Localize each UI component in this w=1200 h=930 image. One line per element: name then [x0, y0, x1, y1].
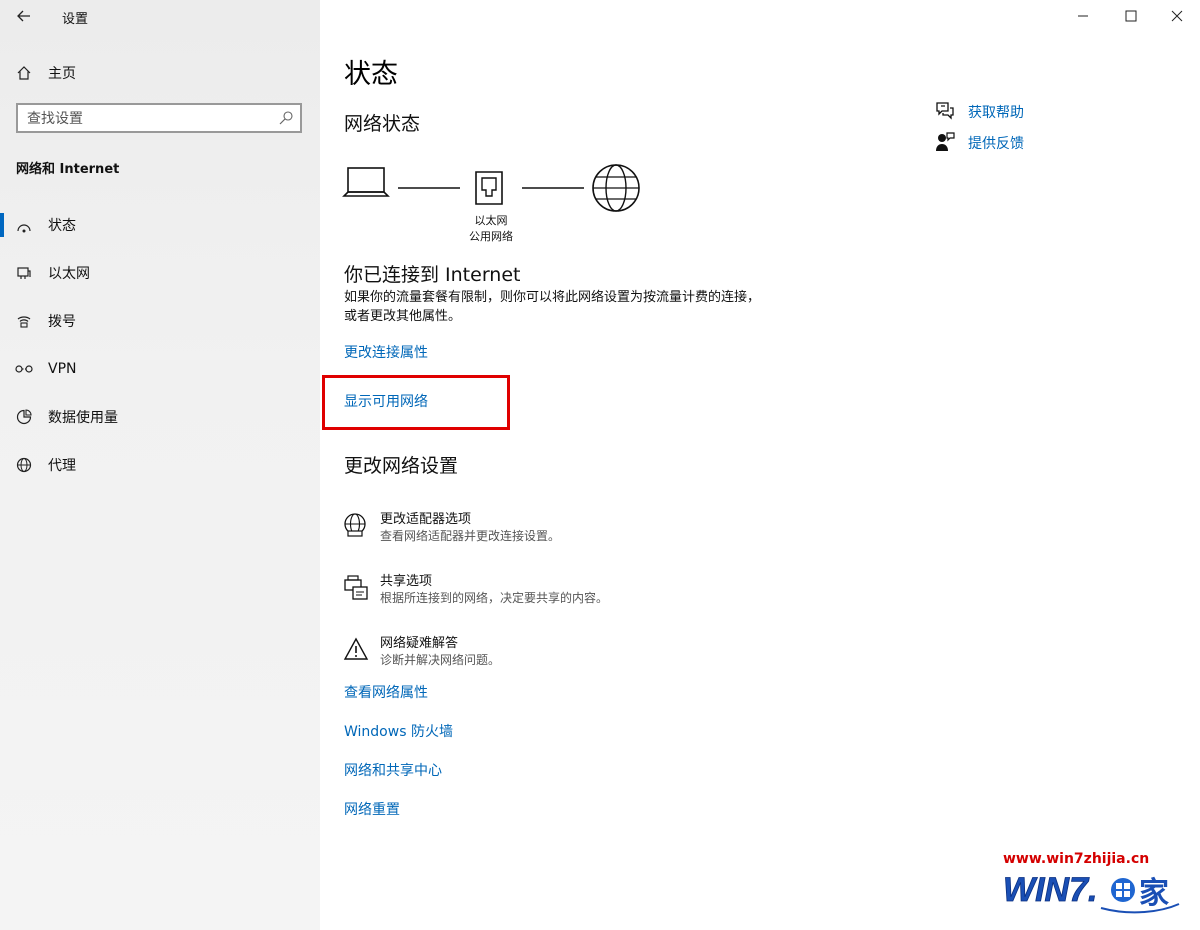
- option-troubleshoot[interactable]: 网络疑难解答 诊断并解决网络问题。: [342, 636, 762, 676]
- search-input[interactable]: [18, 105, 269, 133]
- connection-description: 如果你的流量套餐有限制，则你可以将此网络设置为按流量计费的连接，或者更改其他属性…: [344, 290, 761, 324]
- ethernet-port-icon: [475, 171, 503, 205]
- maximize-icon: [1125, 10, 1137, 22]
- app-title: 设置: [62, 12, 89, 27]
- close-button[interactable]: [1154, 0, 1200, 32]
- option-title: 网络疑难解答: [380, 636, 459, 651]
- globe-icon: [592, 164, 640, 212]
- option-title: 更改适配器选项: [380, 512, 472, 527]
- help-label: 获取帮助: [968, 105, 1024, 121]
- sidebar-item-label: 主页: [48, 66, 76, 82]
- option-subtitle: 查看网络适配器并更改连接设置。: [380, 529, 561, 543]
- feedback-label: 提供反馈: [968, 136, 1024, 152]
- diagram-label-ethernet: 以太网: [474, 214, 508, 227]
- active-indicator: [0, 213, 4, 237]
- sidebar: 设置 主页 网络和 Internet 状态 以太网 拨号: [0, 0, 320, 930]
- svg-text:WIN7.: WIN7.: [1003, 871, 1097, 909]
- change-settings-heading: 更改网络设置: [344, 455, 459, 477]
- sharing-printer-icon: [344, 575, 368, 600]
- warning-triangle-icon: [343, 637, 369, 660]
- sidebar-item-label: 代理: [48, 458, 76, 474]
- windows-logo-icon: [1111, 878, 1135, 902]
- proxy-globe-icon: [14, 455, 34, 475]
- sidebar-item-proxy[interactable]: 代理: [0, 445, 320, 485]
- option-subtitle: 根据所连接到的网络，决定要共享的内容。: [380, 591, 609, 605]
- sidebar-item-label: VPN: [48, 361, 77, 377]
- sidebar-item-ethernet[interactable]: 以太网: [0, 253, 320, 293]
- view-network-properties-link[interactable]: 查看网络属性: [344, 682, 428, 702]
- close-icon: [1171, 10, 1183, 22]
- sidebar-item-dialup[interactable]: 拨号: [0, 301, 320, 341]
- feedback-link[interactable]: 提供反馈: [934, 131, 1134, 155]
- network-reset-link[interactable]: 网络重置: [344, 799, 400, 819]
- network-diagram: [342, 164, 640, 212]
- connection-heading: 你已连接到 Internet: [344, 264, 521, 286]
- data-usage-icon: [14, 407, 34, 427]
- page-title: 状态: [344, 59, 398, 90]
- help-chat-icon: [936, 102, 954, 120]
- status-icon: [14, 215, 34, 235]
- watermark-logo: WIN7. 家: [1003, 871, 1180, 914]
- sidebar-item-label: 拨号: [48, 314, 76, 330]
- search-icon: [279, 111, 293, 125]
- dialup-icon: [14, 311, 34, 331]
- feedback-person-icon: [936, 132, 955, 151]
- sidebar-item-data-usage[interactable]: 数据使用量: [0, 397, 320, 437]
- back-arrow-icon: [17, 10, 30, 22]
- option-subtitle: 诊断并解决网络问题。: [380, 653, 501, 667]
- change-connection-properties-link[interactable]: 更改连接属性: [344, 342, 428, 362]
- search-field[interactable]: [16, 103, 302, 133]
- option-title: 共享选项: [380, 574, 433, 589]
- option-sharing[interactable]: 共享选项 根据所连接到的网络，决定要共享的内容。: [342, 574, 762, 614]
- maximize-button[interactable]: [1108, 0, 1154, 32]
- vpn-icon: [14, 359, 34, 379]
- option-adapter[interactable]: 更改适配器选项 查看网络适配器并更改连接设置。: [342, 512, 762, 552]
- svg-text:家: 家: [1139, 876, 1169, 911]
- sidebar-item-label: 状态: [48, 218, 76, 234]
- highlight-box: [322, 375, 510, 430]
- minimize-icon: [1078, 15, 1088, 17]
- ethernet-icon: [14, 263, 34, 283]
- sidebar-item-status[interactable]: 状态: [0, 205, 320, 245]
- network-sharing-center-link[interactable]: 网络和共享中心: [344, 760, 442, 780]
- diagram-label-network-type: 公用网络: [469, 230, 513, 243]
- minimize-button[interactable]: [1060, 0, 1106, 32]
- laptop-icon: [342, 167, 390, 197]
- windows-firewall-link[interactable]: Windows 防火墙: [344, 721, 453, 741]
- adapter-globe-icon: [344, 513, 366, 537]
- get-help-link[interactable]: 获取帮助: [934, 100, 1134, 124]
- sidebar-item-home[interactable]: 主页: [0, 53, 320, 93]
- sidebar-item-label: 数据使用量: [48, 410, 118, 426]
- network-status-heading: 网络状态: [344, 113, 421, 135]
- back-button[interactable]: [10, 4, 38, 28]
- sidebar-item-vpn[interactable]: VPN: [0, 349, 320, 389]
- sidebar-item-label: 以太网: [48, 266, 90, 282]
- section-title: 网络和 Internet: [16, 162, 120, 177]
- watermark-url: www.win7zhijia.cn: [1003, 851, 1150, 867]
- home-icon: [14, 63, 34, 83]
